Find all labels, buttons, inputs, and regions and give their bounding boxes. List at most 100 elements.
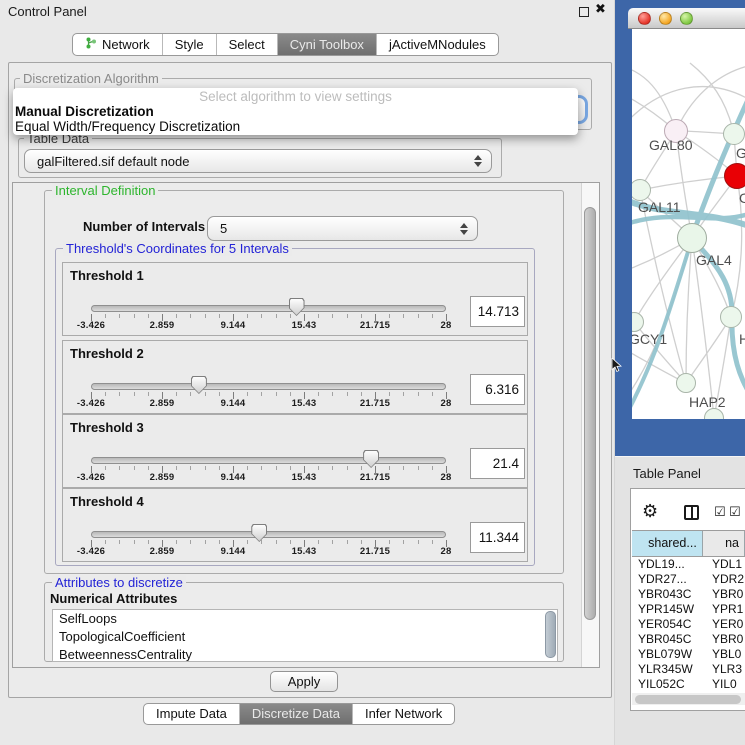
cell-name: YIL0 <box>706 677 745 692</box>
network-canvas[interactable]: GAL80GACGAL11GAL4GCY1HHAP2 <box>632 29 745 419</box>
cell-shared-name: YLR345W <box>632 662 706 677</box>
slider-scale: -3.4262.8599.14415.4321.71528 <box>63 546 527 558</box>
threshold-panel: Threshold 3-3.4262.8599.14415.4321.71528… <box>62 414 528 488</box>
control-panel-tabbar: Network Style Select Cyni Toolbox jActiv… <box>72 33 499 56</box>
table-row[interactable]: YER054CYER0 <box>632 617 745 632</box>
tab-cyni-toolbox[interactable]: Cyni Toolbox <box>277 34 376 55</box>
float-window-icon[interactable] <box>579 7 589 17</box>
tab-style[interactable]: Style <box>162 34 216 55</box>
threshold-label: Threshold 1 <box>70 268 144 283</box>
threshold-label: Threshold 2 <box>70 346 144 361</box>
network-node[interactable] <box>720 306 742 328</box>
table-data-combobox[interactable]: galFiltered.sif default node <box>24 149 492 173</box>
attribute-list-item[interactable]: SelfLoops <box>53 610 557 628</box>
minimize-traffic-light[interactable] <box>659 12 672 25</box>
threshold-label: Threshold 4 <box>70 494 144 509</box>
table-row[interactable]: YIL052CYIL0 <box>632 677 745 692</box>
network-node[interactable] <box>677 223 707 253</box>
number-of-intervals-label: Number of Intervals <box>83 219 205 234</box>
network-window-titlebar[interactable] <box>628 8 745 29</box>
algorithm-group-label: Discretization Algorithm <box>20 71 162 86</box>
threshold-value-field[interactable]: 14.713 <box>470 296 525 327</box>
mouse-cursor <box>611 358 622 378</box>
number-of-intervals-value: 5 <box>208 221 459 236</box>
threshold-slider-track[interactable] <box>91 383 446 390</box>
table-row[interactable]: YBR045CYBR0 <box>632 632 745 647</box>
table-row[interactable]: YBR043CYBR0 <box>632 587 745 602</box>
network-node-label: H <box>739 331 745 347</box>
column-header-shared-name[interactable]: shared... <box>632 531 703 556</box>
slider-scale: -3.4262.8599.14415.4321.71528 <box>63 320 527 332</box>
tab-jactivemnodules[interactable]: jActiveMNodules <box>376 34 498 55</box>
columns-icon[interactable] <box>684 505 699 520</box>
network-node[interactable] <box>723 123 745 145</box>
cell-name: YDR2 <box>706 572 745 587</box>
apply-button[interactable]: Apply <box>270 671 338 692</box>
close-icon[interactable]: ✖ <box>595 2 606 17</box>
dropdown-option-equal-width-frequency[interactable]: Equal Width/Frequency Discretization <box>15 119 240 134</box>
cell-shared-name: YER054C <box>632 617 706 632</box>
column-header-name[interactable]: na <box>703 531 745 556</box>
attribute-list-item[interactable]: TopologicalCoefficient <box>53 628 557 646</box>
cell-shared-name: YBR043C <box>632 587 706 602</box>
table-data-value: galFiltered.sif default node <box>25 154 473 169</box>
network-node-label: GCY1 <box>632 331 667 347</box>
attributes-scrollbar-thumb[interactable] <box>545 611 556 658</box>
cell-shared-name: YIL052C <box>632 677 706 692</box>
table-panel-window: Table Panel ⚙ ☑ ☑ shared... na YDL19...Y… <box>615 456 745 745</box>
threshold-value-field[interactable]: 21.4 <box>470 448 525 479</box>
cell-shared-name: YPR145W <box>632 602 706 617</box>
threshold-value-field[interactable]: 11.344 <box>470 522 525 553</box>
screen: Control Panel ✖ Network Style Select Cyn <box>0 0 745 745</box>
threshold-slider-track[interactable] <box>91 305 446 312</box>
network-view-window: GAL80GACGAL11GAL4GCY1HHAP2 <box>615 0 745 456</box>
threshold-panel: Threshold 4 -3.4262.8599.14415.4321.71528… <box>62 488 528 562</box>
dropdown-option-manual-discretization[interactable]: Manual Discretization <box>15 104 154 119</box>
number-of-intervals-combobox[interactable]: 5 <box>207 216 478 241</box>
numerical-attributes-list[interactable]: SelfLoopsTopologicalCoefficientBetweenne… <box>52 609 558 662</box>
gear-icon[interactable]: ⚙ <box>642 501 658 522</box>
attributes-group-label: Attributes to discretize <box>52 575 186 590</box>
threshold-slider-track[interactable] <box>91 531 446 538</box>
threshold-value-field[interactable]: 6.316 <box>470 374 525 405</box>
slider-scale: -3.4262.8599.14415.4321.71528 <box>63 398 527 410</box>
tab-network[interactable]: Network <box>73 34 162 55</box>
cell-name: YDL1 <box>706 557 745 572</box>
numerical-attributes-label: Numerical Attributes <box>50 591 177 606</box>
table-row[interactable]: YLR345WYLR3 <box>632 662 745 677</box>
zoom-traffic-light[interactable] <box>680 12 693 25</box>
cell-shared-name: YBR045C <box>632 632 706 647</box>
attribute-list-item[interactable]: BetweennessCentrality <box>53 646 557 662</box>
cell-name: YBR0 <box>706 587 745 602</box>
network-icon <box>85 34 97 55</box>
threshold-label: Threshold 3 <box>70 420 144 435</box>
checkbox-icon[interactable]: ☑ <box>729 505 741 520</box>
table-row[interactable]: YBL079WYBL0 <box>632 647 745 662</box>
checkbox-icon[interactable]: ☑ <box>714 505 726 520</box>
table-row[interactable]: YPR145WYPR1 <box>632 602 745 617</box>
tab-select[interactable]: Select <box>216 34 277 55</box>
network-node-label: GAL80 <box>649 137 693 153</box>
cell-name: YBR0 <box>706 632 745 647</box>
tab-discretize-data[interactable]: Discretize Data <box>239 704 352 724</box>
table-hscrollbar-thumb[interactable] <box>635 695 741 704</box>
tab-impute-data[interactable]: Impute Data <box>144 704 239 724</box>
network-node-label: GAL4 <box>696 252 732 268</box>
table-row[interactable]: YDL19...YDL1 <box>632 557 745 572</box>
cell-shared-name: YDR27... <box>632 572 706 587</box>
table-row[interactable]: YDR27...YDR2 <box>632 572 745 587</box>
network-node-label: HAP2 <box>689 394 726 410</box>
cell-shared-name: YDL19... <box>632 557 706 572</box>
threshold-slider-track[interactable] <box>91 457 446 464</box>
dropdown-hint: Select algorithm to view settings <box>13 89 578 104</box>
algorithm-dropdown-popup: Select algorithm to view settings Manual… <box>13 88 578 135</box>
network-node[interactable] <box>676 373 696 393</box>
stepper-icon <box>459 223 468 235</box>
scrollbar-thumb[interactable] <box>584 207 596 620</box>
tab-infer-network[interactable]: Infer Network <box>352 704 454 724</box>
close-traffic-light[interactable] <box>638 12 651 25</box>
threshold-panel: Threshold 1 -3.4262.8599.14415.4321.71528… <box>62 262 528 336</box>
tab-network-label: Network <box>102 34 150 55</box>
bottom-tabbar: Impute Data Discretize Data Infer Networ… <box>143 703 455 725</box>
network-node[interactable] <box>724 163 745 189</box>
